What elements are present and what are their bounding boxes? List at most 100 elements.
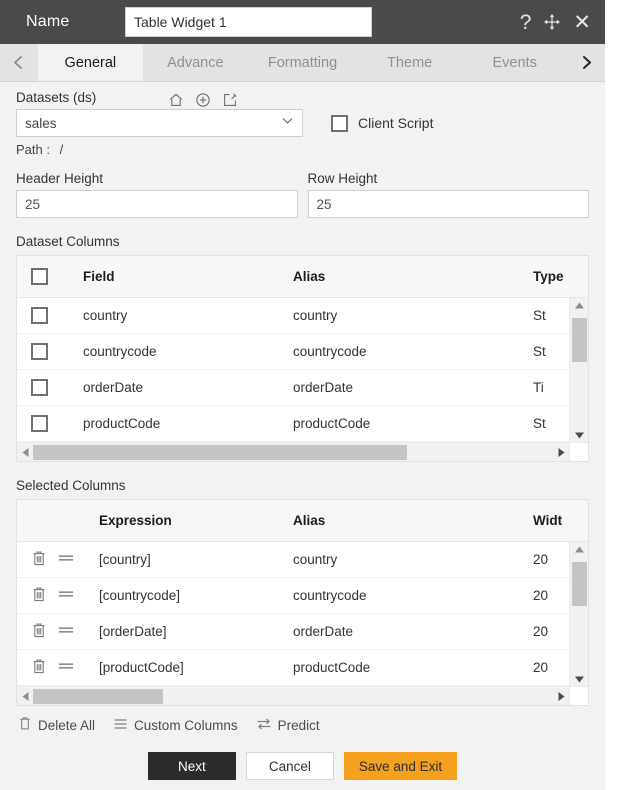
scroll-down-arrow-icon[interactable] bbox=[574, 672, 585, 686]
select-all-checkbox[interactable] bbox=[31, 268, 48, 285]
chevron-right-icon[interactable] bbox=[567, 44, 605, 81]
drag-handle-icon[interactable] bbox=[57, 588, 75, 603]
list-item[interactable]: [orderDate] orderDate 20 bbox=[17, 614, 588, 650]
tab-list: General Advance Formatting Theme Events bbox=[37, 44, 567, 81]
tab-advance[interactable]: Advance bbox=[143, 44, 248, 81]
list-item[interactable]: [country] country 20 bbox=[17, 542, 588, 578]
cell-expression: [countrycode] bbox=[99, 588, 181, 603]
swap-arrows-icon bbox=[256, 717, 272, 734]
delete-all-button[interactable]: Delete All bbox=[18, 716, 95, 734]
client-script-label: Client Script bbox=[358, 115, 434, 131]
scrollbar-corner bbox=[569, 687, 588, 705]
horizontal-scroll-track[interactable] bbox=[33, 443, 553, 461]
tab-formatting[interactable]: Formatting bbox=[248, 44, 357, 81]
name-label: Name bbox=[26, 13, 70, 30]
scroll-left-arrow-icon[interactable] bbox=[17, 691, 33, 702]
row-delete-cell bbox=[17, 550, 57, 570]
drag-handle-icon[interactable] bbox=[57, 552, 75, 567]
save-and-exit-button[interactable]: Save and Exit bbox=[343, 752, 458, 780]
table-row[interactable]: orderDate orderDate Ti bbox=[17, 370, 588, 406]
cell-field: country bbox=[83, 308, 128, 323]
drag-handle-icon[interactable] bbox=[57, 624, 75, 639]
dataset-columns-vertical-scrollbar[interactable] bbox=[569, 298, 588, 442]
cell-alias: orderDate bbox=[293, 624, 354, 639]
next-button[interactable]: Next bbox=[147, 752, 236, 780]
header-type: Type bbox=[533, 269, 564, 284]
scroll-left-arrow-icon[interactable] bbox=[17, 447, 33, 458]
cancel-button[interactable]: Cancel bbox=[245, 752, 334, 780]
horizontal-scroll-thumb[interactable] bbox=[33, 445, 408, 460]
tab-events[interactable]: Events bbox=[462, 44, 567, 81]
cell-width: 20 bbox=[533, 660, 549, 675]
dataset-columns-rows: country country St countrycode countryco… bbox=[17, 298, 588, 442]
row-drag-cell bbox=[57, 588, 99, 603]
scroll-up-arrow-icon[interactable] bbox=[574, 298, 585, 312]
cell-width: 20 bbox=[533, 552, 549, 567]
row-height-input[interactable] bbox=[307, 190, 589, 218]
tab-advance-label: Advance bbox=[167, 54, 224, 71]
tab-general-label: General bbox=[64, 54, 117, 71]
dataset-select[interactable]: sales bbox=[16, 109, 303, 137]
selected-columns-toolbar: Delete All Custom Columns Predict bbox=[16, 706, 589, 734]
horizontal-scroll-thumb[interactable] bbox=[33, 689, 163, 704]
scroll-right-arrow-icon[interactable] bbox=[553, 447, 569, 458]
path-value: / bbox=[59, 142, 64, 157]
list-item[interactable]: [countrycode] countrycode 20 bbox=[17, 578, 588, 614]
row-drag-cell bbox=[57, 552, 99, 567]
client-script-checkbox[interactable] bbox=[331, 114, 348, 132]
widget-name-input[interactable] bbox=[125, 7, 372, 37]
table-row[interactable]: productCode productCode St bbox=[17, 406, 588, 442]
plus-circle-icon[interactable] bbox=[195, 92, 211, 108]
home-icon[interactable] bbox=[168, 92, 184, 108]
row-checkbox[interactable] bbox=[31, 379, 48, 396]
trash-icon[interactable] bbox=[31, 586, 47, 606]
row-checkbox[interactable] bbox=[31, 415, 48, 432]
row-delete-cell bbox=[17, 658, 57, 678]
row-height-field: Row Height bbox=[307, 171, 589, 218]
scroll-up-arrow-icon[interactable] bbox=[574, 542, 585, 556]
selected-columns-vertical-scrollbar[interactable] bbox=[569, 542, 588, 686]
predict-button[interactable]: Predict bbox=[256, 717, 320, 734]
datasets-label: Datasets (ds) bbox=[16, 90, 97, 105]
selected-columns-rows: [country] country 20 [countrycode] count… bbox=[17, 542, 588, 686]
right-gutter bbox=[605, 0, 621, 790]
list-item[interactable]: [productCode] productCode 20 bbox=[17, 650, 588, 686]
chevron-left-icon[interactable] bbox=[0, 44, 38, 81]
tab-events-label: Events bbox=[492, 54, 537, 71]
dataset-select-value[interactable]: sales bbox=[16, 109, 303, 137]
titlebar-icons: ? ✕ bbox=[520, 12, 595, 33]
trash-icon[interactable] bbox=[31, 550, 47, 570]
vertical-scroll-thumb[interactable] bbox=[572, 318, 587, 362]
custom-columns-label: Custom Columns bbox=[134, 717, 238, 733]
dataset-columns-horizontal-scrollbar[interactable] bbox=[17, 442, 588, 461]
header-alias: Alias bbox=[293, 269, 326, 284]
header-height-input[interactable] bbox=[16, 190, 298, 218]
row-drag-cell bbox=[57, 624, 99, 639]
row-checkbox[interactable] bbox=[31, 343, 48, 360]
table-row[interactable]: country country St bbox=[17, 298, 588, 334]
tab-theme[interactable]: Theme bbox=[357, 44, 462, 81]
cell-alias: productCode bbox=[293, 660, 371, 675]
cell-expression: [productCode] bbox=[99, 660, 184, 675]
horizontal-scroll-track[interactable] bbox=[33, 687, 553, 705]
tab-bar: General Advance Formatting Theme Events bbox=[0, 44, 605, 82]
vertical-scroll-thumb[interactable] bbox=[572, 562, 587, 606]
header-field: Field bbox=[83, 269, 115, 284]
trash-icon[interactable] bbox=[31, 658, 47, 678]
selected-columns-horizontal-scrollbar[interactable] bbox=[17, 686, 588, 705]
dialog-actions: Next Cancel Save and Exit bbox=[16, 752, 589, 780]
edit-pencil-icon[interactable] bbox=[222, 92, 238, 108]
trash-icon[interactable] bbox=[31, 622, 47, 642]
help-icon[interactable]: ? bbox=[520, 12, 532, 33]
close-x-icon[interactable]: ✕ bbox=[573, 12, 591, 33]
table-row[interactable]: countrycode countrycode St bbox=[17, 334, 588, 370]
move-arrows-icon[interactable] bbox=[543, 13, 561, 31]
row-checkbox[interactable] bbox=[31, 307, 48, 324]
tab-general[interactable]: General bbox=[37, 44, 143, 81]
header-width: Widt bbox=[533, 513, 563, 528]
row-checkbox-cell bbox=[17, 307, 63, 324]
scroll-down-arrow-icon[interactable] bbox=[574, 428, 585, 442]
scroll-right-arrow-icon[interactable] bbox=[553, 691, 569, 702]
drag-handle-icon[interactable] bbox=[57, 660, 75, 675]
custom-columns-button[interactable]: Custom Columns bbox=[113, 717, 238, 734]
